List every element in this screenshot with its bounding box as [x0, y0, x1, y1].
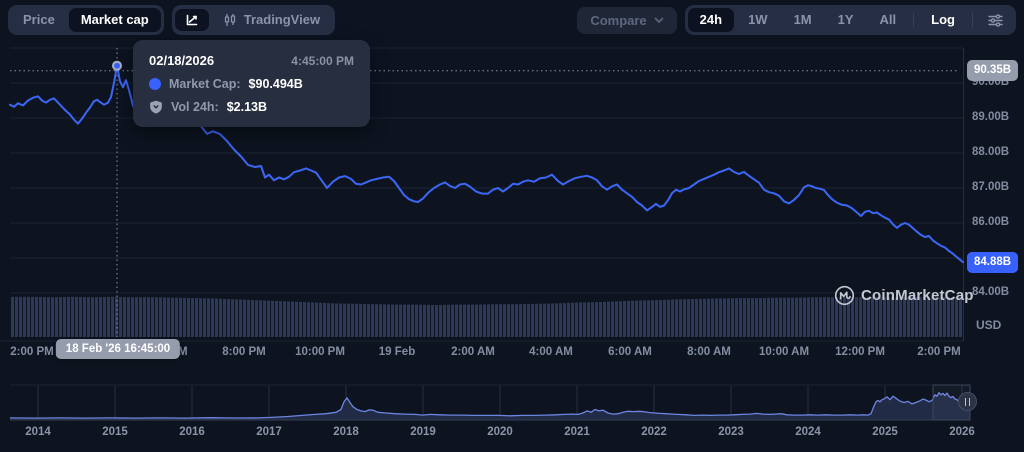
chevron-down-icon [654, 17, 664, 24]
tooltip-vol-label: Vol 24h: [171, 100, 219, 114]
candlestick-icon [223, 13, 237, 27]
navigator-year-label[interactable]: 2017 [256, 426, 282, 438]
range-1y[interactable]: 1Y [826, 8, 866, 32]
x-axis-tick: 10:00 PM [295, 346, 345, 358]
tradingview-label: TradingView [244, 12, 320, 28]
tooltip-vol-value: $2.13B [227, 100, 267, 114]
x-axis-tick: 10:00 AM [759, 346, 809, 358]
range-1m[interactable]: 1M [782, 8, 824, 32]
log-scale-toggle[interactable]: Log [919, 8, 967, 32]
price-marketcap-toggle: Price Market cap [8, 5, 164, 35]
selected-time-badge: 18 Feb '26 16:45:00 [56, 339, 180, 359]
chart-tooltip: 02/18/2026 4:45:00 PM Market Cap: $90.49… [133, 40, 370, 127]
range-24h[interactable]: 24h [688, 8, 734, 32]
toolbar-divider [972, 13, 973, 27]
market-cap-tab[interactable]: Market cap [69, 8, 161, 32]
x-axis-tick: 6:00 AM [608, 346, 652, 358]
range-1w[interactable]: 1W [736, 8, 780, 32]
y-axis-label: 88.00B [972, 146, 1009, 158]
line-chart-icon [185, 13, 199, 27]
volume-shield-icon [149, 100, 163, 114]
x-axis-tick: 2:00 PM [10, 346, 53, 358]
navigator-year-label[interactable]: 2024 [795, 426, 821, 438]
toolbar-divider [913, 13, 914, 27]
x-axis-tick: 2:00 PM [917, 346, 960, 358]
last-value-badge: 84.88B [967, 252, 1018, 273]
navigator-year-label[interactable]: 2026 [949, 426, 975, 438]
y-axis-unit: USD [976, 318, 1001, 332]
tooltip-time: 4:45:00 PM [291, 54, 354, 68]
sliders-icon [988, 14, 1003, 27]
coinmarketcap-logo-icon [834, 285, 855, 306]
chart-type-toggle: TradingView [172, 5, 335, 35]
navigator-handle[interactable] [958, 392, 977, 411]
navigator-year-label[interactable]: 2020 [487, 426, 513, 438]
y-axis-label: 86.00B [972, 216, 1009, 228]
x-axis-tick: 12:00 PM [835, 346, 885, 358]
navigator-year-label[interactable]: 2016 [179, 426, 205, 438]
navigator-year-label[interactable]: 2021 [564, 426, 590, 438]
range-all[interactable]: All [868, 8, 909, 32]
navigator-year-label[interactable]: 2022 [641, 426, 667, 438]
market-cap-series-dot [149, 78, 161, 90]
tradingview-button[interactable]: TradingView [211, 8, 332, 32]
x-axis-tick: 8:00 PM [222, 346, 265, 358]
line-chart-type-button[interactable] [175, 9, 209, 31]
tooltip-date: 02/18/2026 [149, 53, 214, 68]
price-tab[interactable]: Price [11, 8, 67, 32]
y-axis-label: 87.00B [972, 181, 1009, 193]
hover-value-badge: 90.35B [967, 60, 1018, 81]
x-axis-tick: 19 Feb [379, 346, 415, 358]
x-axis-tick: 2:00 AM [451, 346, 495, 358]
chart-settings-button[interactable] [978, 10, 1013, 31]
navigator-year-label[interactable]: 2014 [25, 426, 51, 438]
tooltip-marketcap-value: $90.494B [249, 77, 303, 91]
navigator-year-label[interactable]: 2018 [333, 426, 359, 438]
y-axis-label: 89.00B [972, 111, 1009, 123]
tooltip-marketcap-label: Market Cap: [169, 77, 241, 91]
navigator-year-label[interactable]: 2015 [102, 426, 128, 438]
coinmarketcap-watermark: CoinMarketCap [834, 285, 974, 306]
chart-toolbar: Price Market cap TradingView Compare [8, 5, 1016, 35]
watermark-label: CoinMarketCap [861, 287, 974, 304]
navigator-year-label[interactable]: 2023 [718, 426, 744, 438]
range-selector: 24h 1W 1M 1Y All Log [685, 5, 1016, 35]
compare-label: Compare [590, 13, 646, 28]
navigator-year-label[interactable]: 2019 [410, 426, 436, 438]
market-cap-chart-app: Price Market cap TradingView Compare [0, 0, 1024, 452]
compare-button[interactable]: Compare [577, 7, 676, 34]
navigator-year-label[interactable]: 2025 [872, 426, 898, 438]
x-axis-tick: 4:00 AM [529, 346, 573, 358]
y-axis-label: 84.00B [972, 286, 1009, 298]
x-axis-tick: 8:00 AM [687, 346, 731, 358]
